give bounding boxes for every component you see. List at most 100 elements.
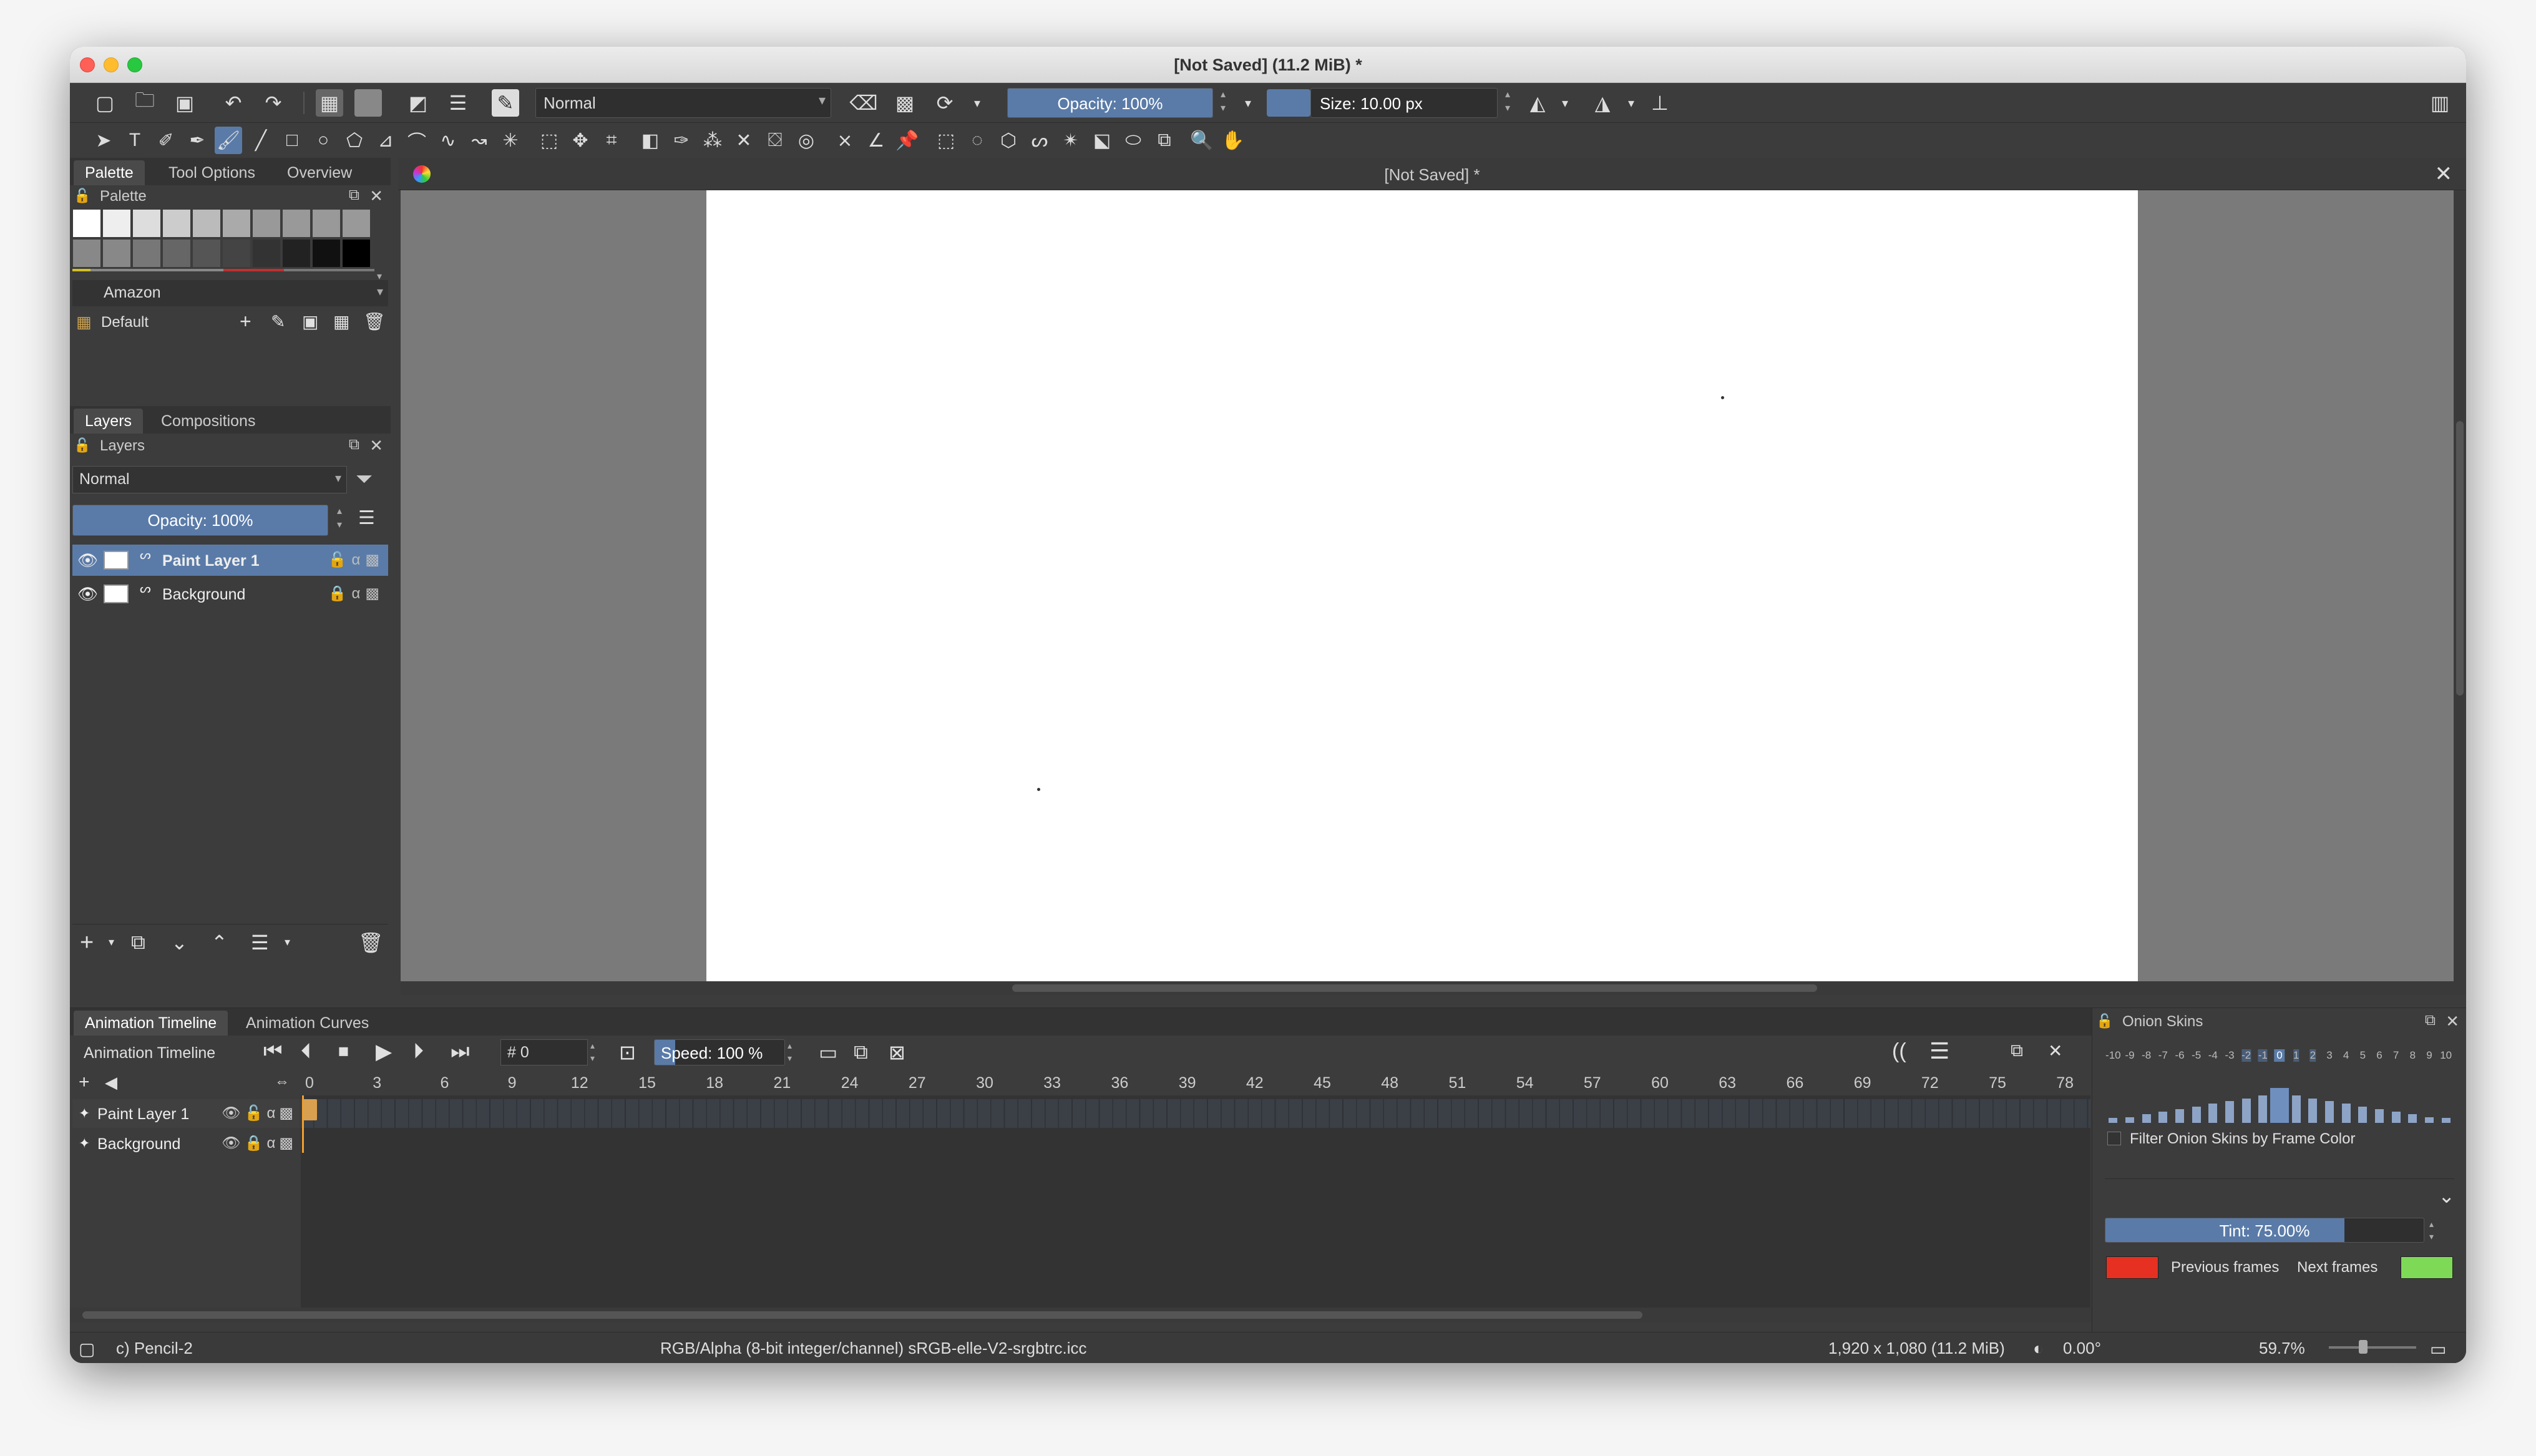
chevron-down-icon[interactable]: ⌄	[2438, 1184, 2455, 1208]
onion-skin-bar[interactable]	[2192, 1106, 2201, 1123]
onion-skin-bar[interactable]	[2208, 1104, 2218, 1123]
color-picker-icon[interactable]: ✑	[668, 127, 695, 154]
onion-skin-bar[interactable]	[2125, 1117, 2134, 1123]
move-tool-icon[interactable]: ✥	[567, 127, 594, 154]
onion-skin-number[interactable]: -9	[2125, 1049, 2134, 1062]
pin-icon[interactable]: ✦	[79, 1135, 90, 1152]
mirror-horizontal-icon[interactable]: ◭	[1524, 89, 1551, 117]
ellipse-tool-icon[interactable]: ○	[310, 127, 337, 154]
float-docker-icon[interactable]: ⧉	[349, 436, 359, 454]
polygon-tool-icon[interactable]: ⬠	[341, 127, 368, 154]
onion-skin-bar[interactable]	[2408, 1114, 2417, 1123]
move-layer-down-icon[interactable]: ⌄	[171, 931, 188, 954]
onion-skin-bar[interactable]	[2109, 1118, 2118, 1123]
onion-skin-number[interactable]: 7	[2393, 1049, 2399, 1062]
canvas-paper[interactable]	[706, 190, 2138, 995]
next-frames-color[interactable]	[2401, 1256, 2453, 1279]
frame-ruler[interactable]: 0 3 6 9 12 15 18 21 24 27 30 33 36 39 42 45 48 51 54 57 60 63…	[301, 1070, 2090, 1095]
contiguous-select-icon[interactable]: ✴	[1057, 127, 1085, 154]
onion-skin-number[interactable]: 9	[2426, 1049, 2432, 1062]
visibility-eye-icon[interactable]: 👁	[77, 585, 98, 604]
filter-onion-checkbox[interactable]	[2107, 1132, 2121, 1145]
float-docker-icon[interactable]: ⧉	[349, 187, 359, 204]
edit-shapes-icon[interactable]: ✐	[152, 127, 180, 154]
tab-palette[interactable]: Palette	[74, 160, 145, 185]
redo-icon[interactable]: ↷	[260, 89, 287, 117]
onion-skin-number[interactable]: -7	[2158, 1049, 2168, 1062]
onion-skin-number[interactable]: -4	[2208, 1049, 2218, 1062]
size-slider[interactable]: Size: 10.00 px	[1310, 88, 1498, 118]
remove-frame-icon[interactable]: ⊠	[889, 1041, 905, 1064]
size-spinner[interactable]: ▴ ▾	[1499, 88, 1516, 118]
new-document-icon[interactable]: ▢	[91, 89, 119, 117]
blend-mode-select[interactable]: Normal ▾	[535, 88, 831, 118]
first-frame-icon[interactable]: ⏮	[263, 1039, 283, 1064]
layer-blend-mode-select[interactable]: Normal ▾	[72, 466, 347, 493]
magnetic-select-icon[interactable]: ⧉	[1151, 127, 1178, 154]
save-icon[interactable]: ▣	[171, 89, 198, 117]
zoom-tool-icon[interactable]: 🔍	[1188, 127, 1216, 154]
freehand-select-icon[interactable]: ᔕ	[1026, 127, 1053, 154]
timeline-menu-icon[interactable]: ☰	[1929, 1038, 1949, 1064]
canvas-viewport[interactable]	[401, 190, 2454, 995]
polygonal-select-icon[interactable]: ⬡	[995, 127, 1022, 154]
freehand-brush-icon[interactable]: 🖌	[215, 127, 242, 154]
pattern-icon[interactable]	[354, 89, 382, 117]
palette-name-select[interactable]: Amazon ▾	[72, 280, 388, 306]
close-icon[interactable]: ✕	[369, 436, 383, 455]
pan-tool-icon[interactable]: ✋	[1219, 127, 1247, 154]
timeline-scroll-thumb[interactable]	[82, 1311, 1642, 1319]
delete-palette-icon[interactable]: 🗑	[363, 311, 386, 332]
fullscreen-icon[interactable]: ▭	[2430, 1339, 2446, 1359]
layer-row-paint-layer-1[interactable]: 👁 ᔕ Paint Layer 1 🔓α▩	[72, 545, 388, 576]
onion-skin-number[interactable]: -8	[2142, 1049, 2151, 1062]
wrap-around-icon[interactable]: ⊥	[1646, 89, 1674, 117]
tab-compositions[interactable]: Compositions	[150, 409, 266, 434]
edit-palette-icon[interactable]: ✎	[271, 311, 285, 332]
mirror-vertical-icon[interactable]: ◮	[1589, 89, 1616, 117]
rotation-icon[interactable]: ◐	[2033, 1339, 2044, 1359]
undo-icon[interactable]: ↶	[220, 89, 247, 117]
palette-swatch[interactable]	[312, 209, 341, 238]
chevron-down-icon[interactable]: ▾	[1617, 89, 1645, 117]
onion-skin-number[interactable]: 3	[2326, 1049, 2332, 1062]
gradient-tool-icon[interactable]: ◧	[636, 127, 664, 154]
close-icon[interactable]: ✕	[369, 187, 383, 206]
previous-frames-color[interactable]	[2106, 1256, 2158, 1279]
current-frame-field[interactable]: # 0	[500, 1039, 588, 1065]
add-swatch-icon[interactable]: +	[240, 310, 251, 333]
timeline-horizontal-scrollbar[interactable]	[70, 1308, 2092, 1323]
size-slider-handle[interactable]	[1267, 89, 1310, 117]
float-docker-icon[interactable]: ⧉	[2425, 1012, 2436, 1029]
play-icon[interactable]: ▶	[376, 1039, 392, 1064]
onion-skin-number[interactable]: 2	[2309, 1049, 2316, 1062]
brush-settings-icon[interactable]: ☰	[444, 89, 472, 117]
chevron-down-icon[interactable]: ▾	[109, 936, 114, 949]
rectangular-select-icon[interactable]: ⬚	[932, 127, 960, 154]
onion-skin-bar[interactable]	[2308, 1098, 2318, 1123]
onion-skin-bar[interactable]	[2425, 1117, 2434, 1123]
add-track-icon[interactable]: +	[79, 1072, 90, 1093]
layers-menu-icon[interactable]: ☰	[358, 507, 375, 529]
palette-swatch[interactable]	[282, 239, 311, 268]
palette-swatch[interactable]	[132, 239, 161, 268]
filter-icon[interactable]: ⏷	[356, 467, 373, 492]
close-icon[interactable]: ✕	[2446, 1012, 2459, 1031]
add-layer-icon[interactable]: +	[80, 929, 94, 956]
rectangle-tool-icon[interactable]: □	[278, 127, 306, 154]
lock-icon[interactable]: 🔓	[74, 188, 90, 204]
move-layer-up-icon[interactable]: ⌃	[211, 931, 228, 954]
onion-skin-bar[interactable]	[2358, 1106, 2368, 1123]
onion-skin-number[interactable]: -5	[2192, 1049, 2201, 1062]
zoom-slider[interactable]	[2329, 1346, 2416, 1349]
close-icon[interactable]: ✕	[2048, 1041, 2062, 1061]
onion-skin-number[interactable]: -6	[2175, 1049, 2184, 1062]
onion-skin-number[interactable]: 1	[2293, 1049, 2299, 1062]
calligraphy-icon[interactable]: ✒	[183, 127, 211, 154]
elliptical-select-icon[interactable]: ◌	[963, 127, 991, 154]
next-frame-icon[interactable]: ⏵	[413, 1039, 424, 1064]
palette-swatch[interactable]	[162, 209, 191, 238]
foreground-background-color-icon[interactable]: ◩	[404, 89, 432, 117]
onion-skin-bar[interactable]	[2270, 1088, 2289, 1123]
timeline-tracks[interactable]	[301, 1095, 2090, 1308]
